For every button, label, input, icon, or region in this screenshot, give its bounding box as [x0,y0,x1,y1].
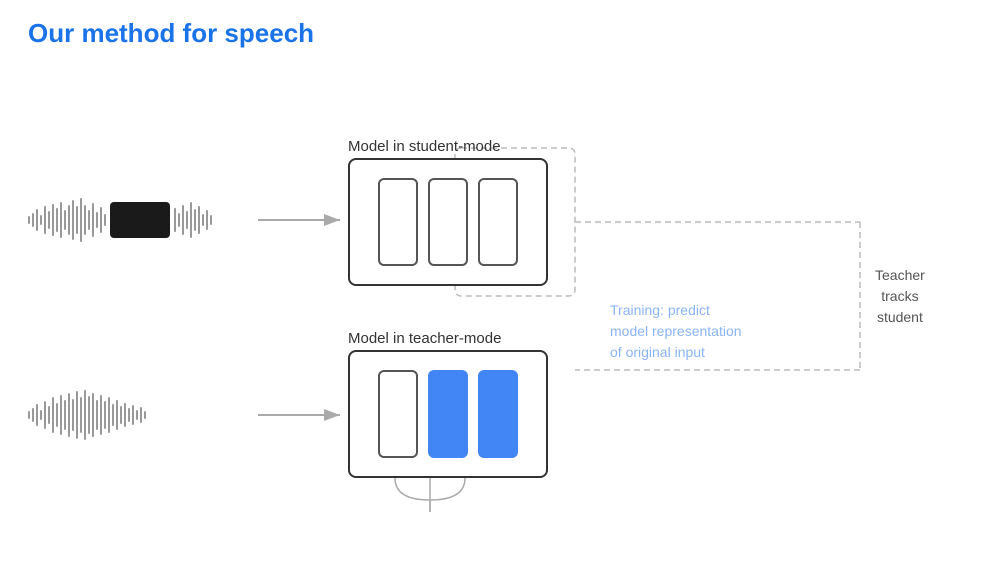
student-col-3 [478,178,518,266]
teacher-col-2 [428,370,468,458]
teacher-col-3 [478,370,518,458]
teacher-model-label: Model in teacher-mode [348,330,501,347]
student-col-1 [378,178,418,266]
student-waveform-left [28,198,106,242]
teacher-waveform [28,390,146,440]
teacher-model-box [348,350,548,478]
page-title: Our method for speech [28,18,314,49]
teacher-tracks-label: Teacher tracks student [875,265,925,328]
teacher-col-1 [378,370,418,458]
student-waveform-container [28,185,258,255]
student-model-box [348,158,548,286]
student-col-2 [428,178,468,266]
student-mask-rect [110,202,170,238]
teacher-waveform-container [28,380,258,450]
student-model-label: Model in student-mode [348,138,501,155]
training-text: Training: predict model representation o… [610,300,742,363]
student-waveform-right [174,202,212,238]
